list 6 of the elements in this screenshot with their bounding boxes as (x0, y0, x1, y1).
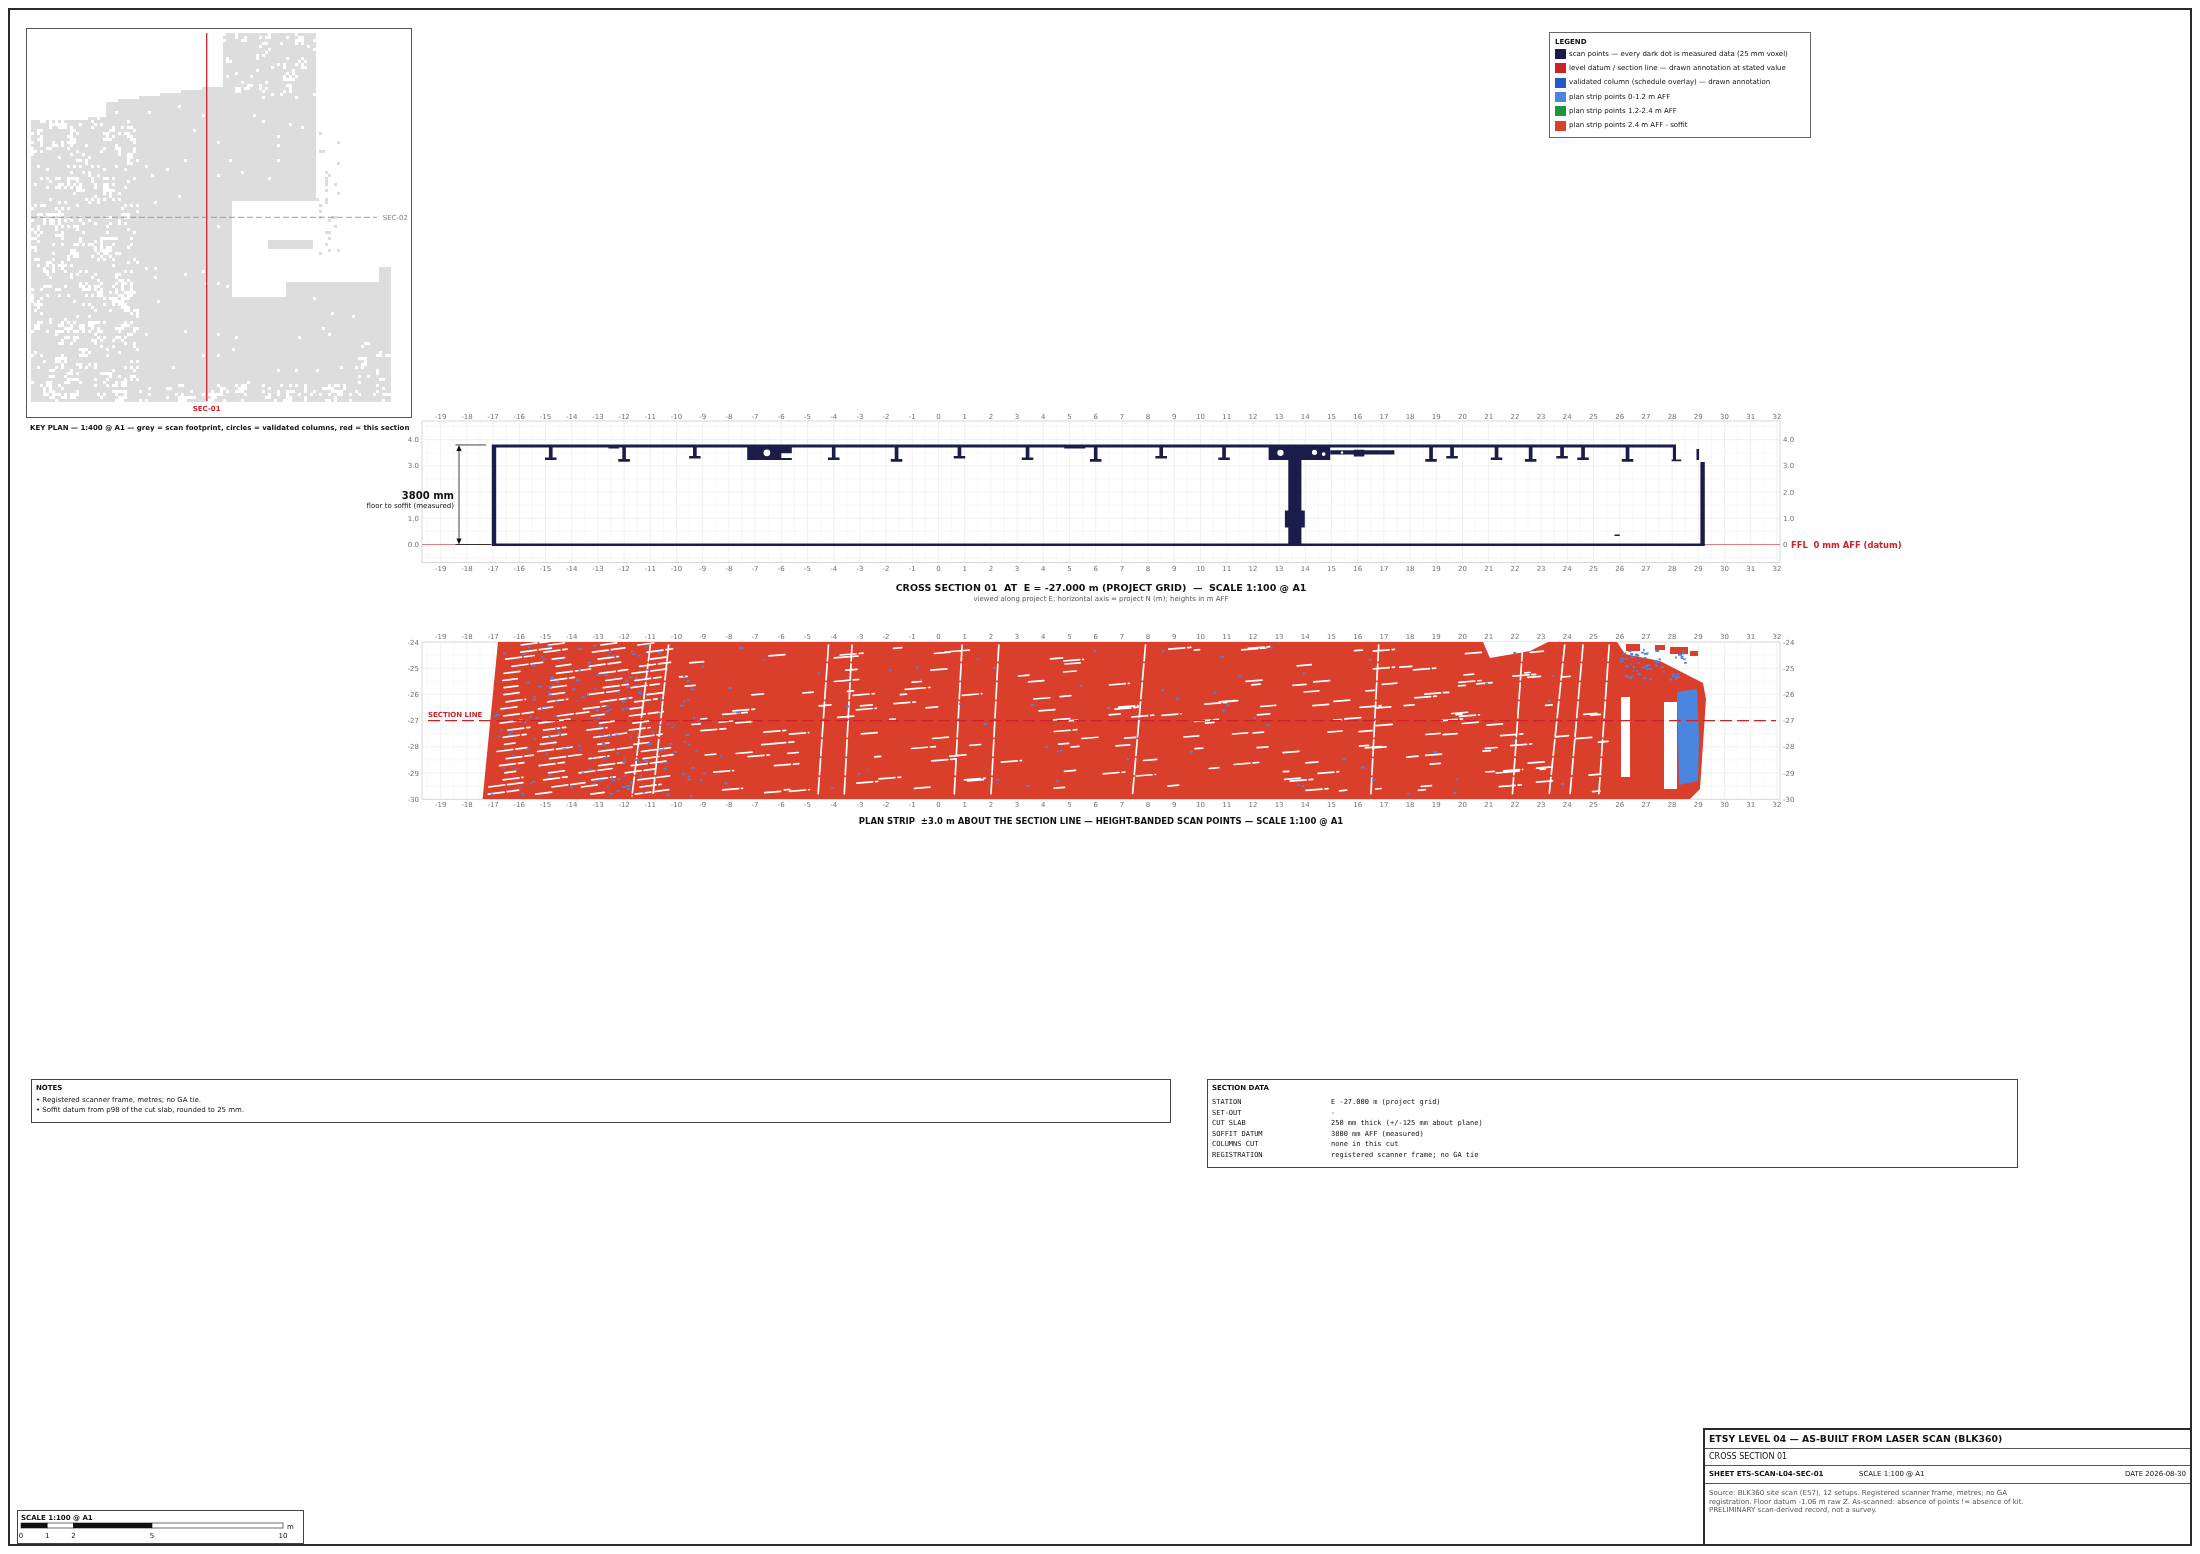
plan-strip-title: PLAN STRIP ±3.0 m ABOUT THE SECTION LINE — HEIGHT-BANDED SCAN POINTS — SCALE 1:100 @ A1 (858, 816, 1344, 826)
datum-label: FFL 0 mm AFF (datum) (1791, 539, 1902, 550)
dimension-value: 3800 mm (401, 489, 454, 501)
drawing-subtitle: CROSS SECTION 01 (1709, 1451, 1788, 1463)
section-title: CROSS SECTION 01 AT E = -27.000 m (PROJECT GRID) — SCALE 1:100 @ A1 (895, 582, 1307, 593)
drawing-title: ETSY LEVEL 04 — AS-BUILT FROM LASER SCAN (BLK360) (1709, 1432, 2003, 1446)
